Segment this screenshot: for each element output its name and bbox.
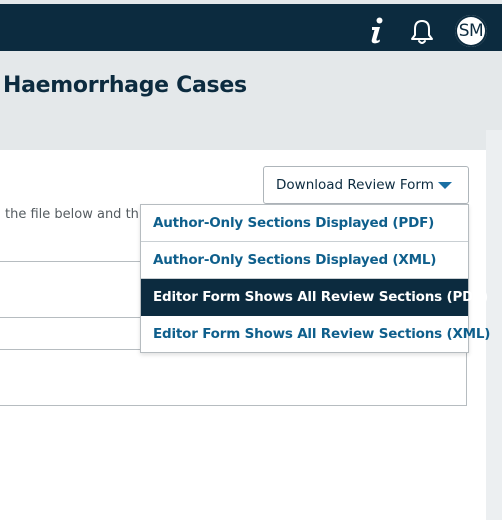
download-review-form-menu: Author-Only Sections Displayed (PDF) Aut… [140,204,490,353]
file-upload-area[interactable] [0,349,467,406]
bell-icon[interactable] [409,18,435,46]
top-navigation-bar: SM [0,4,502,51]
divider [0,261,140,262]
page-title: Haemorrhage Cases [3,73,247,98]
menu-item-author-only-pdf[interactable]: Author-Only Sections Displayed (PDF) [141,205,468,242]
avatar[interactable]: SM [455,15,487,47]
menu-item-editor-form-xml[interactable]: Editor Form Shows All Review Sections (X… [141,316,490,352]
caret-down-icon [438,182,452,189]
page-edge-strip [486,130,502,520]
download-review-form-label: Download Review Form [276,177,434,193]
menu-item-editor-form-pdf[interactable]: Editor Form Shows All Review Sections (P… [141,279,488,316]
download-review-form-button[interactable]: Download Review Form [263,166,469,204]
upload-instructions: the file below and th [5,207,139,222]
menu-item-author-only-xml[interactable]: Author-Only Sections Displayed (XML) [141,242,468,279]
info-icon[interactable] [367,17,387,44]
divider [0,317,140,318]
